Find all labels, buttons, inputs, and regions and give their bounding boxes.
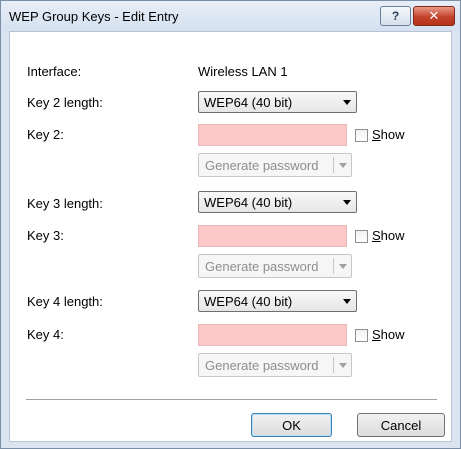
chevron-down-icon[interactable] bbox=[334, 162, 351, 168]
chevron-down-icon bbox=[338, 298, 356, 304]
chevron-down-icon bbox=[338, 199, 356, 205]
show-rest: how bbox=[380, 327, 405, 342]
cancel-button[interactable]: Cancel bbox=[357, 413, 445, 437]
close-button[interactable]: ✕ bbox=[413, 6, 455, 26]
dialog-window: WEP Group Keys - Edit Entry ? ✕ Interfac… bbox=[0, 0, 461, 449]
show-underlined: S bbox=[372, 228, 381, 243]
key3-label: Key 3: bbox=[27, 228, 64, 243]
key3-length-label: Key 3 length: bbox=[27, 196, 103, 211]
key3-generate-label: Generate password bbox=[205, 258, 319, 274]
key2-length-label: Key 2 length: bbox=[27, 95, 103, 110]
chevron-down-icon bbox=[338, 99, 356, 105]
key3-length-value: WEP64 (40 bit) bbox=[204, 194, 293, 210]
separator-line bbox=[26, 399, 437, 400]
key3-show-checkbox[interactable] bbox=[355, 230, 368, 243]
key2-length-select[interactable]: WEP64 (40 bit) bbox=[198, 91, 357, 113]
key4-length-select[interactable]: WEP64 (40 bit) bbox=[198, 290, 357, 312]
key4-generate-label: Generate password bbox=[205, 357, 319, 373]
key2-show-label: Show bbox=[372, 127, 405, 142]
key2-generate-label: Generate password bbox=[205, 157, 319, 173]
interface-value: Wireless LAN 1 bbox=[198, 64, 288, 79]
title-bar[interactable]: WEP Group Keys - Edit Entry ? ✕ bbox=[1, 1, 460, 31]
show-rest: how bbox=[380, 228, 405, 243]
key4-input[interactable] bbox=[198, 324, 347, 346]
key2-generate-password-button[interactable]: Generate password bbox=[198, 153, 352, 177]
key2-label: Key 2: bbox=[27, 127, 64, 142]
key3-input[interactable] bbox=[198, 225, 347, 247]
help-icon: ? bbox=[391, 9, 400, 23]
cancel-button-label: Cancel bbox=[380, 417, 422, 433]
show-underlined: S bbox=[372, 127, 381, 142]
show-rest: how bbox=[380, 127, 405, 142]
dialog-body: Interface: Wireless LAN 1 Key 2 length: … bbox=[9, 31, 452, 442]
key3-show-label: Show bbox=[372, 228, 405, 243]
key4-length-label: Key 4 length: bbox=[27, 294, 103, 309]
key4-length-value: WEP64 (40 bit) bbox=[204, 293, 293, 309]
interface-label: Interface: bbox=[27, 64, 82, 79]
chevron-down-icon[interactable] bbox=[334, 362, 351, 368]
help-button[interactable]: ? bbox=[380, 6, 411, 26]
key2-length-value: WEP64 (40 bit) bbox=[204, 94, 293, 110]
key3-generate-password-button[interactable]: Generate password bbox=[198, 254, 352, 278]
key4-label: Key 4: bbox=[27, 327, 64, 342]
key4-show-label: Show bbox=[372, 327, 405, 342]
key4-show-checkbox[interactable] bbox=[355, 329, 368, 342]
window-title: WEP Group Keys - Edit Entry bbox=[9, 9, 179, 24]
close-icon: ✕ bbox=[428, 8, 440, 23]
key3-length-select[interactable]: WEP64 (40 bit) bbox=[198, 191, 357, 213]
key4-generate-password-button[interactable]: Generate password bbox=[198, 353, 352, 377]
ok-button-label: OK bbox=[282, 417, 301, 433]
ok-button[interactable]: OK bbox=[251, 413, 332, 437]
chevron-down-icon[interactable] bbox=[334, 263, 351, 269]
show-underlined: S bbox=[372, 327, 381, 342]
key2-show-checkbox[interactable] bbox=[355, 129, 368, 142]
key2-input[interactable] bbox=[198, 124, 347, 146]
